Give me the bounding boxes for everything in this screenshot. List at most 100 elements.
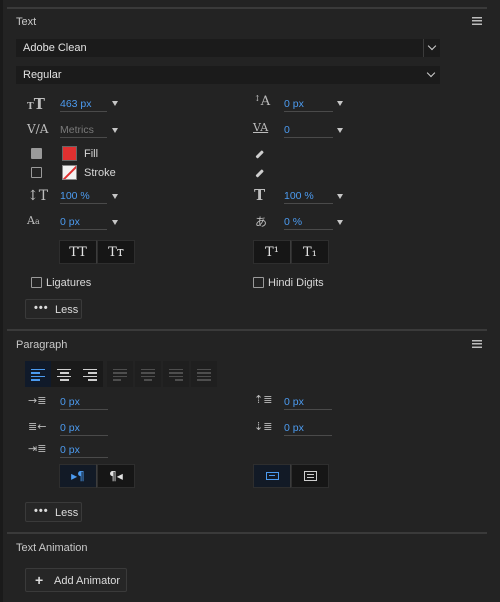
indent-right-field[interactable]: 0 px xyxy=(60,422,108,436)
align-left-button[interactable] xyxy=(25,361,51,387)
paragraph-divider xyxy=(7,329,487,331)
text-section-menu-icon[interactable] xyxy=(472,17,482,25)
justify-all-button[interactable] xyxy=(191,361,217,387)
chevron-down-icon xyxy=(427,41,437,51)
space-before-icon: ⇡≣ xyxy=(254,393,273,406)
align-center-button[interactable] xyxy=(51,361,77,387)
fill-eyedropper-icon[interactable] xyxy=(255,150,264,159)
tracking-dropdown-icon[interactable] xyxy=(337,128,343,133)
justify-last-left-button[interactable] xyxy=(107,361,133,387)
top-divider xyxy=(7,7,487,9)
justify-last-center-button[interactable] xyxy=(135,361,161,387)
align-right-button[interactable] xyxy=(77,361,103,387)
kerning-icon: V/A xyxy=(27,122,49,136)
text-less-label: Less xyxy=(55,304,79,316)
text-less-button[interactable]: ••• Less xyxy=(25,299,82,319)
indent-left-icon: →≣ xyxy=(28,394,47,407)
font-style-value: Regular xyxy=(23,69,62,81)
horizontal-scale-field[interactable]: 100 % xyxy=(284,190,333,204)
justify-last-left-icon xyxy=(113,369,127,383)
align-right-icon xyxy=(83,369,97,383)
superscript-button[interactable]: T¹ xyxy=(253,240,291,264)
justify-last-center-icon xyxy=(141,369,155,383)
align-left-icon xyxy=(31,369,45,383)
leading-field[interactable]: 0 px xyxy=(284,98,333,112)
font-size-field[interactable]: 463 px xyxy=(60,98,107,112)
fill-checkbox[interactable] xyxy=(31,148,42,159)
ligatures-label: Ligatures xyxy=(46,277,92,289)
kerning-dropdown-icon[interactable] xyxy=(112,128,118,133)
tsume-field[interactable]: 0 % xyxy=(284,216,333,230)
more-dots-icon: ••• xyxy=(34,302,49,314)
add-animator-label: Add Animator xyxy=(54,575,121,587)
text-section-title: Text xyxy=(16,16,37,28)
leading-dropdown-icon[interactable] xyxy=(337,101,343,106)
no-color-slash xyxy=(63,166,76,179)
first-line-indent-field[interactable]: 0 px xyxy=(60,444,108,458)
font-style-dropdown[interactable]: Regular xyxy=(16,66,440,84)
small-caps-button[interactable]: Tт xyxy=(97,240,135,264)
baseline-shift-dropdown-icon[interactable] xyxy=(112,220,118,225)
more-dots-icon: ••• xyxy=(34,505,49,517)
every-line-composer-icon xyxy=(304,471,317,481)
all-caps-button[interactable]: TT xyxy=(59,240,97,264)
font-size-icon: TT xyxy=(27,95,45,113)
indent-right-icon: ≣← xyxy=(28,420,47,433)
subscript-glyph: T₁ xyxy=(303,245,317,260)
subscript-button[interactable]: T₁ xyxy=(291,240,329,264)
plus-icon: + xyxy=(35,572,44,588)
baseline-shift-field[interactable]: 0 px xyxy=(60,216,107,230)
font-size-dropdown-icon[interactable] xyxy=(112,101,118,106)
justify-all-icon xyxy=(197,369,211,383)
every-line-composer-button[interactable] xyxy=(291,464,329,488)
add-animator-button[interactable]: + Add Animator xyxy=(25,568,127,592)
tsume-icon: あ xyxy=(255,215,268,229)
stroke-color-swatch[interactable] xyxy=(62,165,77,180)
font-style-chevron xyxy=(423,66,440,84)
leading-icon: ↕A xyxy=(254,94,271,109)
panel-edge xyxy=(0,0,3,602)
chevron-down-icon xyxy=(426,68,436,78)
paragraph-less-button[interactable]: ••• Less xyxy=(25,502,82,522)
rtl-paragraph-icon: ¶◂ xyxy=(109,469,123,483)
justify-last-right-icon xyxy=(169,369,183,383)
single-line-composer-icon xyxy=(266,472,279,480)
rtl-direction-button[interactable]: ¶◂ xyxy=(97,464,135,488)
paragraph-section-title: Paragraph xyxy=(16,339,68,351)
stroke-label: Stroke xyxy=(84,167,116,179)
justify-last-right-button[interactable] xyxy=(163,361,189,387)
tsume-dropdown-icon[interactable] xyxy=(337,220,343,225)
horizontal-scale-dropdown-icon[interactable] xyxy=(337,194,343,199)
small-caps-glyph: Tт xyxy=(108,245,124,260)
tracking-icon: VA xyxy=(253,121,269,134)
space-after-icon: ⇣≣ xyxy=(254,420,273,433)
superscript-glyph: T¹ xyxy=(265,245,279,260)
animation-divider xyxy=(7,532,487,534)
text-animation-title: Text Animation xyxy=(16,542,88,554)
font-family-chevron xyxy=(423,39,440,57)
horizontal-scale-icon: T xyxy=(254,186,266,204)
first-line-indent-icon: ⇥≣ xyxy=(28,442,47,455)
paragraph-less-label: Less xyxy=(55,507,79,519)
ltr-direction-button[interactable]: ▸¶ xyxy=(59,464,97,488)
stroke-checkbox[interactable] xyxy=(31,167,42,178)
single-line-composer-button[interactable] xyxy=(253,464,291,488)
stroke-eyedropper-icon[interactable] xyxy=(255,169,264,178)
tracking-field[interactable]: 0 xyxy=(284,124,333,138)
baseline-shift-icon: Aa xyxy=(27,214,40,227)
paragraph-section-menu-icon[interactable] xyxy=(472,340,482,348)
vertical-scale-dropdown-icon[interactable] xyxy=(112,194,118,199)
hindi-digits-checkbox[interactable] xyxy=(253,277,264,288)
fill-color-swatch[interactable] xyxy=(62,146,77,161)
font-family-dropdown[interactable]: Adobe Clean xyxy=(16,39,440,57)
vertical-scale-field[interactable]: 100 % xyxy=(60,190,107,204)
hindi-digits-label: Hindi Digits xyxy=(268,277,324,289)
ltr-paragraph-icon: ▸¶ xyxy=(71,469,85,483)
space-before-field[interactable]: 0 px xyxy=(284,396,332,410)
vertical-scale-icon: ↕T xyxy=(27,188,49,204)
space-after-field[interactable]: 0 px xyxy=(284,422,332,436)
indent-left-field[interactable]: 0 px xyxy=(60,396,108,410)
ligatures-checkbox[interactable] xyxy=(31,277,42,288)
fill-label: Fill xyxy=(84,148,99,160)
kerning-field[interactable]: Metrics xyxy=(60,124,107,138)
